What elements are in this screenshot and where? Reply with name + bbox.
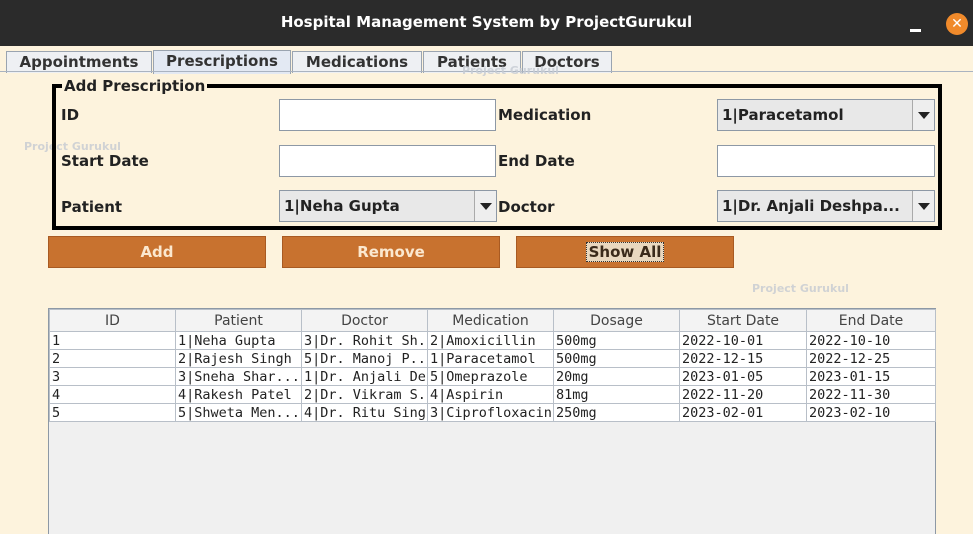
- table-cell[interactable]: 3|Dr. Rohit Sh...: [301, 331, 428, 350]
- patient-label: Patient: [61, 198, 123, 216]
- end-date-field[interactable]: [717, 145, 935, 177]
- doctor-select[interactable]: 1|Dr. Anjali Deshpa...: [717, 190, 935, 222]
- watermark-logo: Project Gurukul: [462, 64, 559, 77]
- patient-select-value: 1|Neha Gupta: [284, 197, 400, 215]
- show-all-label: Show All: [585, 242, 665, 262]
- table-header-row: ID Patient Doctor Medication Dosage Star…: [49, 309, 936, 332]
- table-cell[interactable]: 3: [49, 367, 176, 386]
- table-cell[interactable]: 2023-01-05: [679, 367, 807, 386]
- end-date-label: End Date: [498, 152, 575, 170]
- remove-button[interactable]: Remove: [282, 236, 500, 268]
- chevron-down-icon[interactable]: [474, 191, 496, 221]
- table-cell[interactable]: 2022-11-30: [806, 385, 936, 404]
- table-cell[interactable]: 81mg: [553, 385, 680, 404]
- table-cell[interactable]: 500mg: [553, 331, 680, 350]
- show-all-button[interactable]: Show All: [516, 236, 734, 268]
- medication-select[interactable]: 1|Paracetamol: [717, 99, 935, 131]
- table-cell[interactable]: 4|Dr. Ritu Singh: [301, 403, 428, 422]
- id-field[interactable]: [279, 99, 496, 131]
- table-cell[interactable]: 5: [49, 403, 176, 422]
- table-cell[interactable]: 1|Dr. Anjali De...: [301, 367, 428, 386]
- table-row[interactable]: 4 4|Rakesh Patel 2|Dr. Vikram S... 4|Asp…: [49, 385, 936, 404]
- table-cell[interactable]: 5|Shweta Men...: [175, 403, 302, 422]
- table-cell[interactable]: 4|Rakesh Patel: [175, 385, 302, 404]
- table-cell[interactable]: 2023-01-15: [806, 367, 936, 386]
- table-cell[interactable]: 3|Ciprofloxacin: [427, 403, 554, 422]
- table-cell[interactable]: 2023-02-01: [679, 403, 807, 422]
- watermark-logo: Project Gurukul: [752, 282, 849, 295]
- chevron-down-icon[interactable]: [912, 100, 934, 130]
- table-cell[interactable]: 1|Paracetamol: [427, 349, 554, 368]
- table-cell[interactable]: 2022-11-20: [679, 385, 807, 404]
- table-cell[interactable]: 1|Neha Gupta: [175, 331, 302, 350]
- table-cell[interactable]: 20mg: [553, 367, 680, 386]
- prescriptions-table: ID Patient Doctor Medication Dosage Star…: [49, 309, 936, 422]
- table-cell[interactable]: 4|Aspirin: [427, 385, 554, 404]
- column-header-dosage[interactable]: Dosage: [553, 309, 680, 332]
- table-cell[interactable]: 2022-10-10: [806, 331, 936, 350]
- prescriptions-table-container[interactable]: ID Patient Doctor Medication Dosage Star…: [48, 308, 936, 534]
- table-cell[interactable]: 2022-12-25: [806, 349, 936, 368]
- window-title: Hospital Management System by ProjectGur…: [280, 13, 693, 31]
- table-cell[interactable]: 2022-10-01: [679, 331, 807, 350]
- table-cell[interactable]: 1: [49, 331, 176, 350]
- patient-select[interactable]: 1|Neha Gupta: [279, 190, 497, 222]
- medication-select-value: 1|Paracetamol: [722, 106, 844, 124]
- add-button[interactable]: Add: [48, 236, 266, 268]
- column-header-patient[interactable]: Patient: [175, 309, 302, 332]
- column-header-doctor[interactable]: Doctor: [301, 309, 428, 332]
- table-cell[interactable]: 500mg: [553, 349, 680, 368]
- table-cell[interactable]: 2023-02-10: [806, 403, 936, 422]
- table-row[interactable]: 3 3|Sneha Shar... 1|Dr. Anjali De... 5|O…: [49, 367, 936, 386]
- title-bar: Hospital Management System by ProjectGur…: [0, 0, 973, 46]
- chevron-down-icon[interactable]: [912, 191, 934, 221]
- column-header-start-date[interactable]: Start Date: [679, 309, 807, 332]
- minimize-icon[interactable]: [910, 16, 922, 32]
- table-cell[interactable]: 2|Amoxicillin: [427, 331, 554, 350]
- table-cell[interactable]: 2|Dr. Vikram S...: [301, 385, 428, 404]
- doctor-label: Doctor: [498, 198, 555, 216]
- table-row[interactable]: 1 1|Neha Gupta 3|Dr. Rohit Sh... 2|Amoxi…: [49, 331, 936, 350]
- table-cell[interactable]: 5|Dr. Manoj P...: [301, 349, 428, 368]
- table-row[interactable]: 5 5|Shweta Men... 4|Dr. Ritu Singh 3|Cip…: [49, 403, 936, 422]
- table-cell[interactable]: 2022-12-15: [679, 349, 807, 368]
- table-cell[interactable]: 2: [49, 349, 176, 368]
- table-cell[interactable]: 5|Omeprazole: [427, 367, 554, 386]
- tab-medications[interactable]: Medications: [292, 51, 422, 73]
- tab-appointments[interactable]: Appointments: [6, 51, 152, 73]
- table-cell[interactable]: 250mg: [553, 403, 680, 422]
- add-prescription-title: Add Prescription: [62, 77, 208, 95]
- table-cell[interactable]: 3|Sneha Shar...: [175, 367, 302, 386]
- id-label: ID: [61, 106, 80, 124]
- table-cell[interactable]: 2|Rajesh Singh: [175, 349, 302, 368]
- medication-label: Medication: [498, 106, 592, 124]
- column-header-end-date[interactable]: End Date: [806, 309, 936, 332]
- table-row[interactable]: 2 2|Rajesh Singh 5|Dr. Manoj P... 1|Para…: [49, 349, 936, 368]
- table-cell[interactable]: 4: [49, 385, 176, 404]
- close-icon[interactable]: ✕: [946, 13, 968, 35]
- start-date-field[interactable]: [279, 145, 496, 177]
- column-header-id[interactable]: ID: [49, 309, 176, 332]
- doctor-select-value: 1|Dr. Anjali Deshpa...: [722, 197, 900, 215]
- column-header-medication[interactable]: Medication: [427, 309, 554, 332]
- start-date-label: Start Date: [61, 152, 149, 170]
